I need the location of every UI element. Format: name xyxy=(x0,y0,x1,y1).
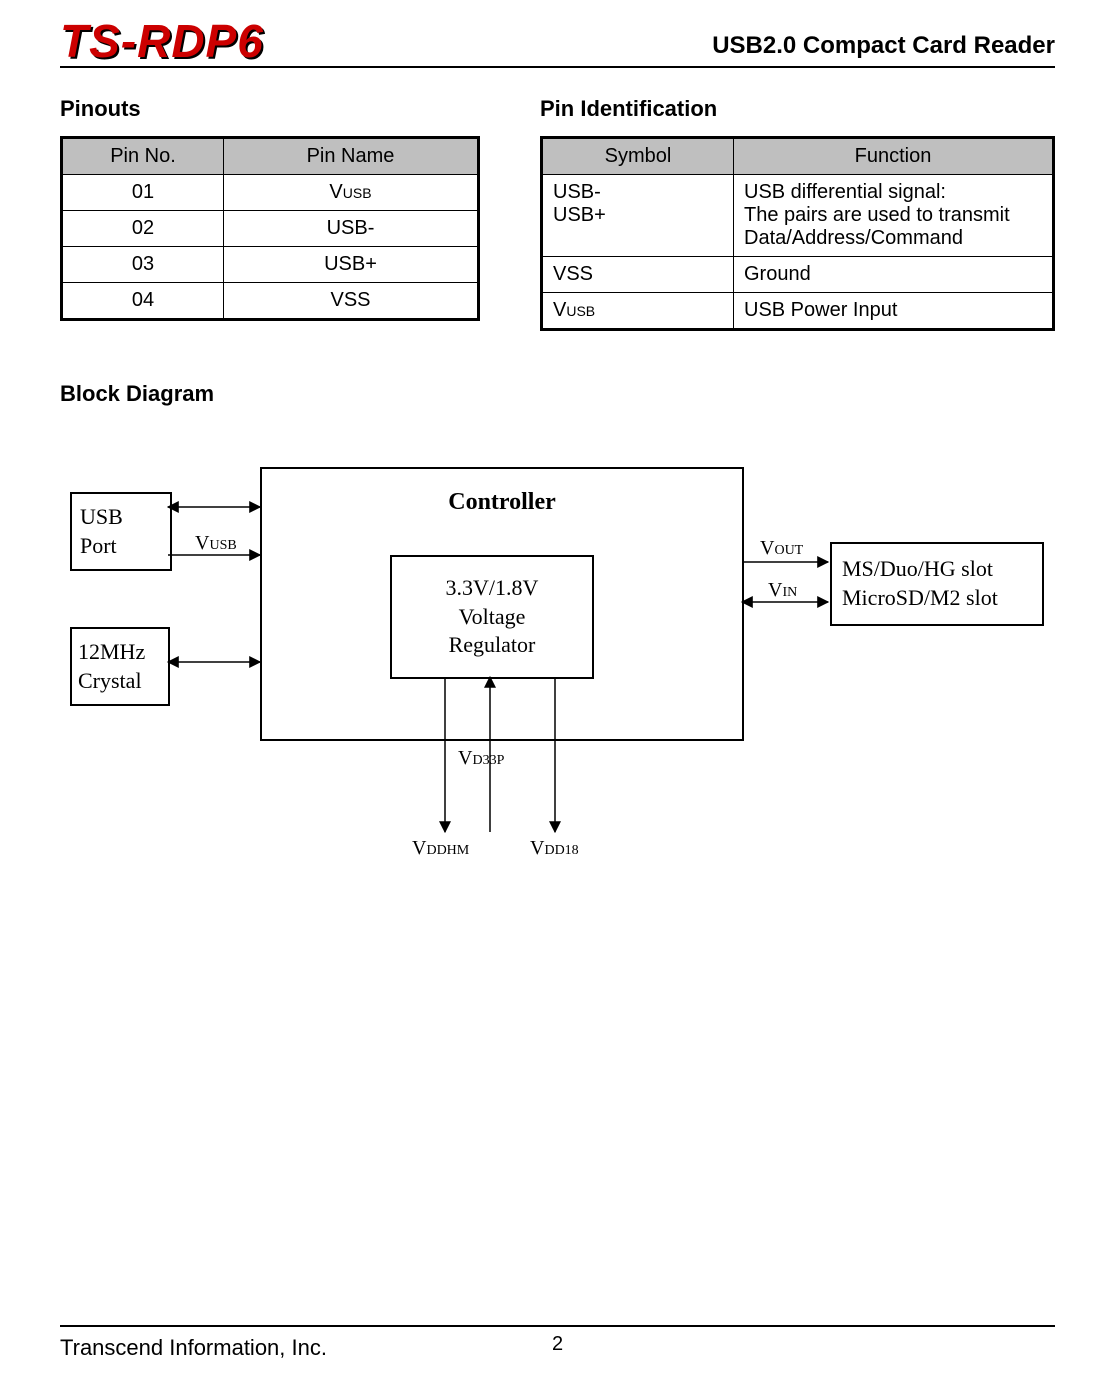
pin-no: 01 xyxy=(62,175,224,211)
page-header: TS-RDP6 USB2.0 Compact Card Reader xyxy=(60,18,1055,68)
pinid-function: Ground xyxy=(734,257,1054,293)
pinid-header-function: Function xyxy=(734,138,1054,175)
pinouts-header-name: Pin Name xyxy=(224,138,479,175)
pinid-heading: Pin Identification xyxy=(540,96,1055,122)
pinid-function: USB Power Input xyxy=(734,293,1054,330)
pin-no: 02 xyxy=(62,211,224,247)
pin-name: USB- xyxy=(224,211,479,247)
pinouts-header-no: Pin No. xyxy=(62,138,224,175)
page-number: 2 xyxy=(60,1333,1055,1356)
table-row: 01 VUSB xyxy=(62,175,479,211)
diagram-arrows xyxy=(60,437,1040,917)
block-diagram-heading: Block Diagram xyxy=(60,381,1055,407)
pinid-symbol: USB- USB+ xyxy=(542,175,734,257)
table-row: 02 USB- xyxy=(62,211,479,247)
block-diagram: Controller 3.3V/1.8V Voltage Regulator U… xyxy=(60,437,1040,917)
pin-name: VSS xyxy=(224,283,479,320)
pinouts-heading: Pinouts xyxy=(60,96,480,122)
table-row: VSS Ground xyxy=(542,257,1054,293)
table-row: 04 VSS xyxy=(62,283,479,320)
pinid-table: Symbol Function USB- USB+ USB differenti… xyxy=(540,136,1055,331)
pin-name: VUSB xyxy=(224,175,479,211)
pinid-symbol: VUSB xyxy=(542,293,734,330)
pinid-header-symbol: Symbol xyxy=(542,138,734,175)
pinid-symbol: VSS xyxy=(542,257,734,293)
brand-title: TS-RDP6 xyxy=(60,18,264,64)
pin-name: USB+ xyxy=(224,247,479,283)
pinouts-table: Pin No. Pin Name 01 VUSB 02 USB- 03 USB+… xyxy=(60,136,480,321)
pinid-function: USB differential signal: The pairs are u… xyxy=(734,175,1054,257)
pin-no: 03 xyxy=(62,247,224,283)
table-row: USB- USB+ USB differential signal: The p… xyxy=(542,175,1054,257)
product-title: USB2.0 Compact Card Reader xyxy=(712,32,1055,64)
pin-no: 04 xyxy=(62,283,224,320)
page-footer: Transcend Information, Inc. 2 xyxy=(60,1325,1055,1361)
table-row: VUSB USB Power Input xyxy=(542,293,1054,330)
table-row: 03 USB+ xyxy=(62,247,479,283)
